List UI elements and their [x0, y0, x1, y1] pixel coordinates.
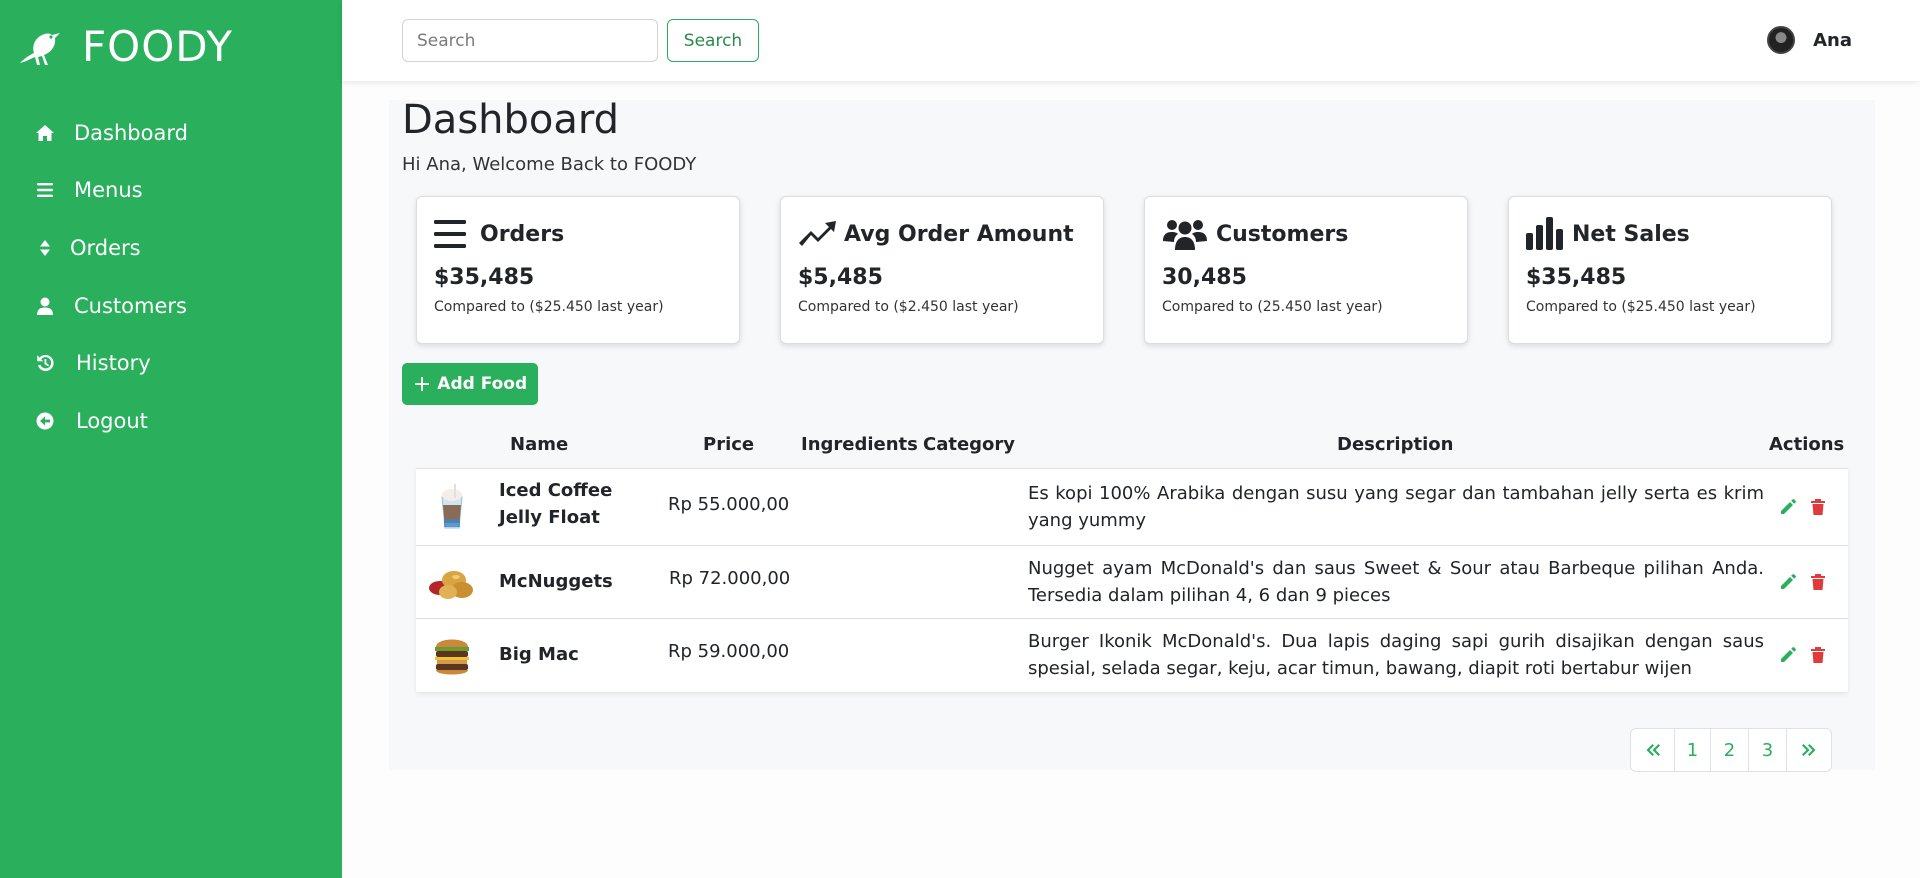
sort-icon — [34, 237, 56, 259]
table-row: Iced Coffee Jelly Float Rp 55.000,00 Es … — [416, 469, 1848, 546]
bird-logo-icon — [20, 32, 60, 65]
double-chevron-left-icon — [1646, 744, 1660, 756]
card-title: Orders — [480, 221, 565, 247]
food-price: Rp 59.000,00 — [668, 641, 790, 662]
add-food-label: Add Food — [437, 374, 528, 394]
food-table: Iced Coffee Jelly Float Rp 55.000,00 Es … — [416, 468, 1848, 692]
nuggets-image — [429, 571, 473, 599]
food-name: Iced Coffee Jelly Float — [499, 480, 613, 528]
page-button[interactable]: 3 — [1749, 729, 1787, 771]
delete-button[interactable] — [1808, 497, 1828, 517]
add-food-button[interactable]: + Add Food — [402, 363, 538, 405]
food-price: Rp 72.000,00 — [669, 568, 791, 589]
plus-icon: + — [412, 371, 432, 397]
double-chevron-right-icon — [1802, 744, 1816, 756]
brand[interactable]: FOODY — [16, 22, 233, 71]
sidebar-item-customers[interactable]: Customers — [34, 277, 188, 335]
sidebar-item-dashboard[interactable]: Dashboard — [34, 104, 188, 162]
brand-name: FOODY — [82, 22, 233, 71]
card-subtext: Compared to ($25.450 last year) — [1526, 299, 1756, 315]
search-button[interactable]: Search — [667, 19, 759, 62]
stat-card-orders: Orders $35,485 Compared to ($25.450 last… — [416, 196, 740, 344]
trash-icon — [1811, 647, 1825, 663]
sidebar-item-orders[interactable]: Orders — [34, 219, 188, 277]
sidebar-item-label: Logout — [76, 408, 148, 433]
home-icon — [34, 122, 56, 144]
card-subtext: Compared to ($2.450 last year) — [798, 299, 1019, 315]
page-button[interactable]: 1 — [1675, 729, 1711, 771]
card-value: 30,485 — [1162, 265, 1247, 290]
page-first-button[interactable] — [1631, 729, 1675, 771]
sidebar-item-label: Orders — [70, 235, 141, 260]
iced-coffee-image — [441, 484, 463, 529]
bars-icon — [34, 179, 56, 201]
card-value: $5,485 — [798, 265, 883, 290]
column-header-ingredients: Ingredients — [801, 434, 918, 455]
pencil-icon — [1781, 499, 1796, 514]
card-title: Customers — [1216, 221, 1349, 247]
sidebar-item-menus[interactable]: Menus — [34, 162, 188, 220]
page-button[interactable]: 2 — [1711, 729, 1749, 771]
edit-button[interactable] — [1778, 572, 1798, 592]
food-name: Big Mac — [499, 644, 579, 665]
topbar: Search Ana — [342, 0, 1920, 81]
sidebar-item-logout[interactable]: Logout — [34, 392, 188, 450]
card-title: Net Sales — [1572, 221, 1690, 247]
stat-card-customers: Customers 30,485 Compared to (25.450 las… — [1144, 196, 1468, 344]
edit-button[interactable] — [1778, 645, 1798, 665]
delete-button[interactable] — [1808, 645, 1828, 665]
main-content: Dashboard Hi Ana, Welcome Back to FOODY … — [389, 97, 1875, 772]
sidebar: FOODY Dashboard Menus Orders Customers H… — [0, 0, 342, 878]
sidebar-item-label: Menus — [74, 178, 143, 203]
delete-button[interactable] — [1808, 572, 1828, 592]
avatar[interactable] — [1767, 26, 1796, 54]
stat-card-avg-order: Avg Order Amount $5,485 Compared to ($2.… — [780, 196, 1104, 344]
sidebar-item-label: History — [76, 351, 151, 376]
page-last-button[interactable] — [1787, 729, 1831, 771]
edit-button[interactable] — [1778, 497, 1798, 517]
card-value: $35,485 — [434, 265, 535, 290]
sidebar-item-label: Dashboard — [74, 120, 188, 145]
history-icon — [34, 352, 56, 374]
pagination: 1 2 3 — [1630, 728, 1832, 772]
trash-icon — [1811, 499, 1825, 515]
stat-card-net-sales: Net Sales $35,485 Compared to ($25.450 l… — [1508, 196, 1832, 344]
burger-image — [435, 639, 469, 675]
card-subtext: Compared to ($25.450 last year) — [434, 299, 664, 315]
search-input[interactable] — [402, 19, 658, 62]
food-description: Nugget ayam McDonald's dan saus Sweet & … — [1028, 558, 1764, 606]
bars-icon — [434, 220, 466, 248]
sidebar-item-label: Customers — [74, 293, 187, 318]
trash-icon — [1811, 574, 1825, 590]
page-title: Dashboard — [402, 97, 620, 143]
arrow-circle-left-icon — [34, 410, 56, 432]
sidebar-item-history[interactable]: History — [34, 334, 188, 392]
user-icon — [34, 295, 56, 317]
food-price: Rp 55.000,00 — [668, 494, 790, 515]
column-header-actions: Actions — [1769, 434, 1845, 455]
table-row: Big Mac Rp 59.000,00 Burger Ikonik McDon… — [416, 619, 1848, 692]
user-menu[interactable]: Ana — [1767, 26, 1852, 54]
users-icon — [1163, 220, 1207, 250]
pencil-icon — [1781, 574, 1796, 589]
column-header-price: Price — [703, 434, 755, 455]
food-name: McNuggets — [499, 571, 613, 592]
column-header-description: Description — [1337, 434, 1454, 455]
table-row: McNuggets Rp 72.000,00 Nugget ayam McDon… — [416, 546, 1848, 619]
welcome-text: Hi Ana, Welcome Back to FOODY — [402, 154, 697, 175]
pencil-icon — [1781, 647, 1796, 662]
column-header-category: Category — [923, 434, 1016, 455]
bar-chart-icon — [1526, 217, 1563, 250]
card-subtext: Compared to (25.450 last year) — [1162, 299, 1383, 315]
food-description: Es kopi 100% Arabika dengan susu yang se… — [1028, 483, 1764, 531]
sidebar-nav: Dashboard Menus Orders Customers History… — [34, 104, 188, 450]
food-description: Burger Ikonik McDonald's. Dua lapis dagi… — [1028, 631, 1764, 679]
column-header-name: Name — [510, 434, 569, 455]
trend-up-icon — [799, 221, 836, 246]
user-name: Ana — [1813, 29, 1852, 51]
card-title: Avg Order Amount — [844, 221, 1074, 247]
card-value: $35,485 — [1526, 265, 1627, 290]
